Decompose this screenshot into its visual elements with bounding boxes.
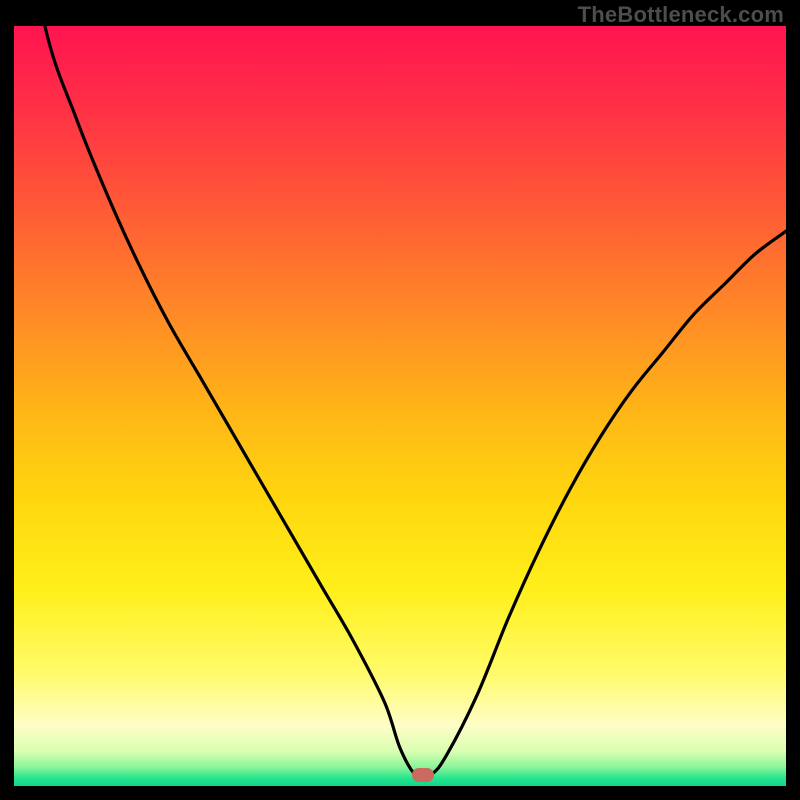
plot-area: [14, 26, 786, 786]
curve-svg: [14, 26, 786, 786]
bottleneck-curve-path: [14, 26, 786, 777]
watermark-text: TheBottleneck.com: [578, 2, 784, 28]
chart-frame: TheBottleneck.com: [0, 0, 800, 800]
optimum-marker: [412, 768, 434, 782]
plot-inner: [14, 26, 786, 786]
